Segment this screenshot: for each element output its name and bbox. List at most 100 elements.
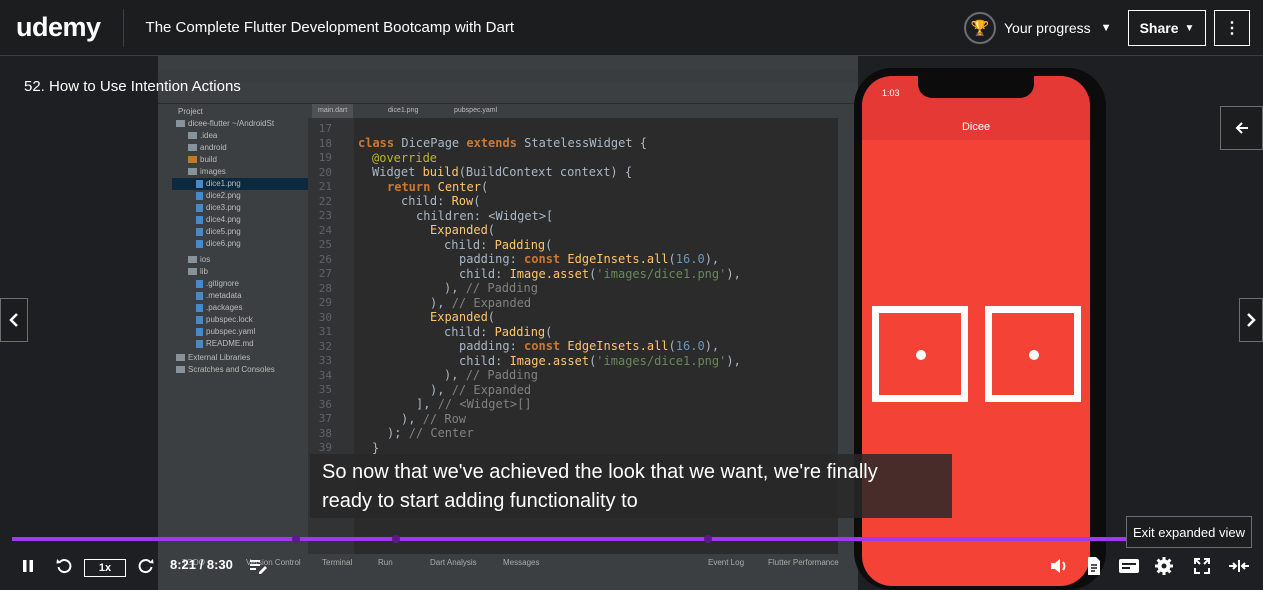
tree-label: .gitignore: [206, 279, 239, 288]
tree-label: pubspec.lock: [206, 315, 253, 324]
folder-icon: [188, 144, 197, 152]
die-pip: [916, 350, 926, 360]
scratches-icon: [176, 366, 185, 374]
subtitle-caption: So now that we've achieved the look that…: [310, 454, 952, 518]
exit-expanded-view-button[interactable]: [1226, 554, 1252, 578]
die-pip: [1029, 350, 1039, 360]
line-number: 29: [318, 296, 332, 309]
collapse-icon: [1229, 560, 1249, 572]
folder-icon: [188, 156, 197, 164]
tree-label: lib: [200, 267, 209, 276]
line-number: 36: [318, 398, 332, 411]
rewind-5s-button[interactable]: [52, 554, 76, 578]
gear-icon: [1155, 557, 1173, 575]
editor-tabs: main.dart dice1.png pubspec.yaml: [308, 104, 858, 118]
fullscreen-button[interactable]: [1190, 554, 1214, 578]
previous-lecture-button[interactable]: [0, 298, 28, 342]
code-line: padding: const EdgeInsets.all(16.0),: [459, 339, 720, 353]
tree-item: build: [188, 154, 217, 166]
chapter-marker: [392, 535, 400, 543]
tree-item: .gitignore: [196, 278, 239, 290]
line-number: 30: [318, 311, 332, 324]
forward-icon: [138, 559, 154, 574]
line-number: 35: [318, 383, 332, 396]
code-line: child: Image.asset('images/dice1.png'),: [459, 354, 741, 368]
ide-left-strip: [158, 104, 172, 554]
share-button[interactable]: Share ▼: [1128, 10, 1206, 46]
file-icon: [196, 279, 203, 288]
show-sidebar-button[interactable]: [1220, 106, 1263, 150]
tree-label: README.md: [206, 339, 254, 348]
tree-item: dice4.png: [196, 214, 241, 226]
video-player[interactable]: 52. How to Use Intention Actions Project…: [0, 56, 1263, 590]
file-icon: [196, 315, 203, 324]
rewind-icon: [56, 559, 72, 574]
tree-item: .packages: [196, 302, 242, 314]
image-file-icon: [196, 239, 203, 248]
tree-label: External Libraries: [188, 353, 251, 362]
code-line: child: Padding(: [444, 325, 553, 339]
line-number: 25: [318, 238, 332, 251]
left-die-image: [872, 306, 968, 402]
tree-item: images: [188, 166, 226, 178]
tree-item: android: [188, 142, 227, 154]
image-file-icon: [196, 191, 203, 200]
phone-clock: 1:03: [882, 88, 900, 98]
line-number: 31: [318, 325, 332, 338]
udemy-player-page: udemy The Complete Flutter Development B…: [0, 0, 1263, 590]
udemy-logo[interactable]: udemy: [16, 12, 101, 43]
code-line: ), // Padding: [444, 368, 538, 382]
code-line: Expanded(: [430, 310, 496, 324]
fullscreen-icon: [1194, 558, 1210, 574]
more-options-button[interactable]: ⋮: [1214, 10, 1250, 46]
project-label: Project: [178, 107, 203, 116]
library-icon: [176, 354, 185, 362]
tree-item: .metadata: [196, 290, 242, 302]
pause-button[interactable]: [16, 554, 40, 578]
tree-label: images: [200, 167, 226, 176]
code-line: Widget build(BuildContext context) {: [372, 165, 633, 179]
folder-icon: [188, 168, 197, 176]
ide-titlebar: [158, 70, 858, 82]
tree-label: dice6.png: [206, 239, 241, 248]
player-controls: 1x 8:21 / 8:30: [0, 546, 1263, 590]
tree-label: Scratches and Consoles: [188, 365, 275, 374]
code-line: child: Image.asset('images/dice1.png'),: [459, 267, 741, 281]
seek-bar[interactable]: [12, 535, 1252, 543]
tree-item: Scratches and Consoles: [176, 364, 275, 376]
file-icon: [196, 327, 203, 336]
line-number: 27: [318, 267, 332, 280]
code-line: Expanded(: [430, 223, 496, 237]
add-note-button[interactable]: [246, 554, 270, 578]
code-line: ), // Padding: [444, 281, 538, 295]
folder-icon: [188, 268, 197, 276]
your-progress-button[interactable]: 🏆 Your progress ▼: [964, 12, 1112, 44]
line-number: 17: [318, 122, 332, 135]
forward-5s-button[interactable]: [134, 554, 158, 578]
playback-speed-button[interactable]: 1x: [84, 559, 126, 577]
line-number: 32: [318, 340, 332, 353]
next-lecture-button[interactable]: [1239, 298, 1263, 342]
logo-text: udemy: [16, 12, 101, 42]
image-file-icon: [196, 227, 203, 236]
vertical-dots-icon: ⋮: [1224, 20, 1240, 37]
pause-icon: [23, 560, 33, 572]
line-number: 23: [318, 209, 332, 222]
course-title[interactable]: The Complete Flutter Development Bootcam…: [146, 19, 515, 36]
settings-button[interactable]: [1152, 554, 1176, 578]
tree-label: dice5.png: [206, 227, 241, 236]
tree-label: .idea: [200, 131, 218, 140]
line-number: 24: [318, 224, 332, 237]
volume-button[interactable]: [1046, 554, 1072, 578]
transcript-button[interactable]: [1082, 554, 1106, 578]
captions-button[interactable]: [1116, 554, 1142, 578]
line-number: 39: [318, 441, 332, 454]
line-number: 26: [318, 253, 332, 266]
image-file-icon: [196, 215, 203, 224]
volume-icon: [1051, 559, 1066, 573]
add-note-icon: [250, 560, 267, 574]
lecture-title: 52. How to Use Intention Actions: [24, 78, 241, 95]
line-number: 18: [318, 137, 332, 150]
right-die-image: [985, 306, 1081, 402]
line-number: 20: [318, 166, 332, 179]
